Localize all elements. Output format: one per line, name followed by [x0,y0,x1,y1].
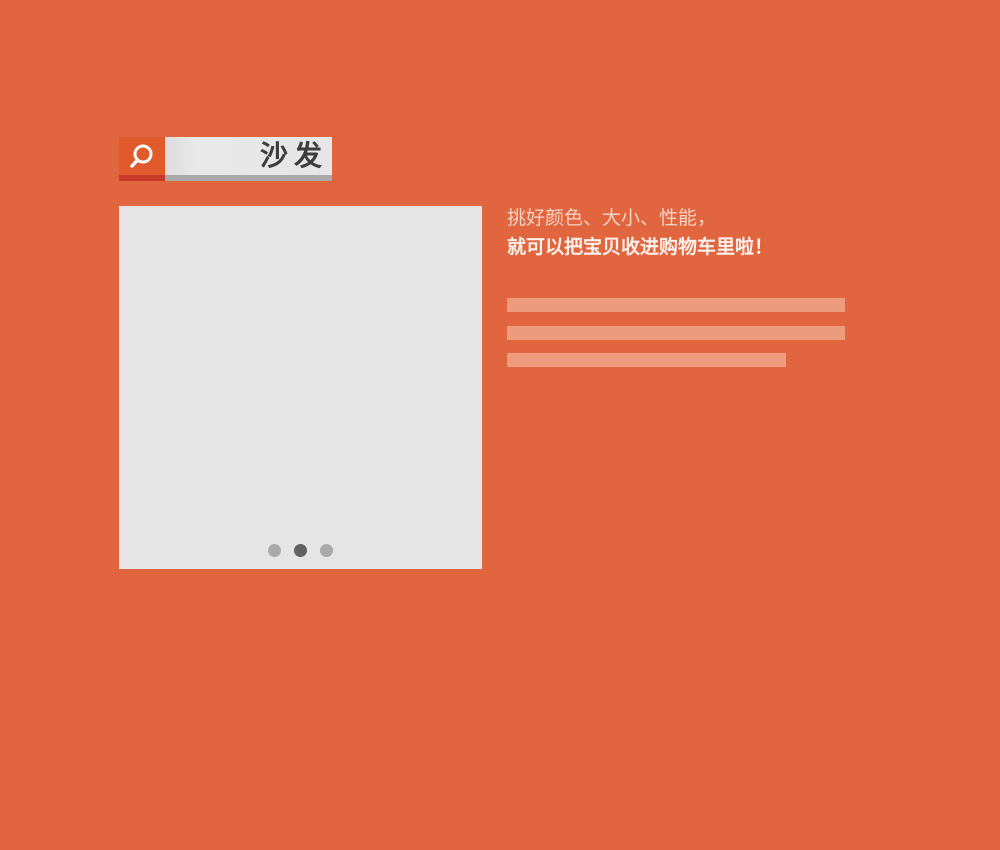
product-image-panel [119,206,482,569]
placeholder-text-line [507,298,845,312]
placeholder-text-line [507,326,845,340]
search-input[interactable]: 沙发 [165,137,332,181]
carousel-dot-active[interactable] [294,544,307,557]
carousel-dots [119,544,482,557]
description-line-2: 就可以把宝贝收进购物车里啦！ [507,236,774,258]
carousel-dot[interactable] [268,544,281,557]
search-query-text: 沙发 [259,139,328,172]
search-button[interactable] [119,137,165,181]
description-line-1: 挑好颜色、大小、性能， [507,207,717,229]
placeholder-text-line [507,353,786,367]
carousel-dot[interactable] [320,544,333,557]
search-bar[interactable]: 沙发 [119,137,332,181]
